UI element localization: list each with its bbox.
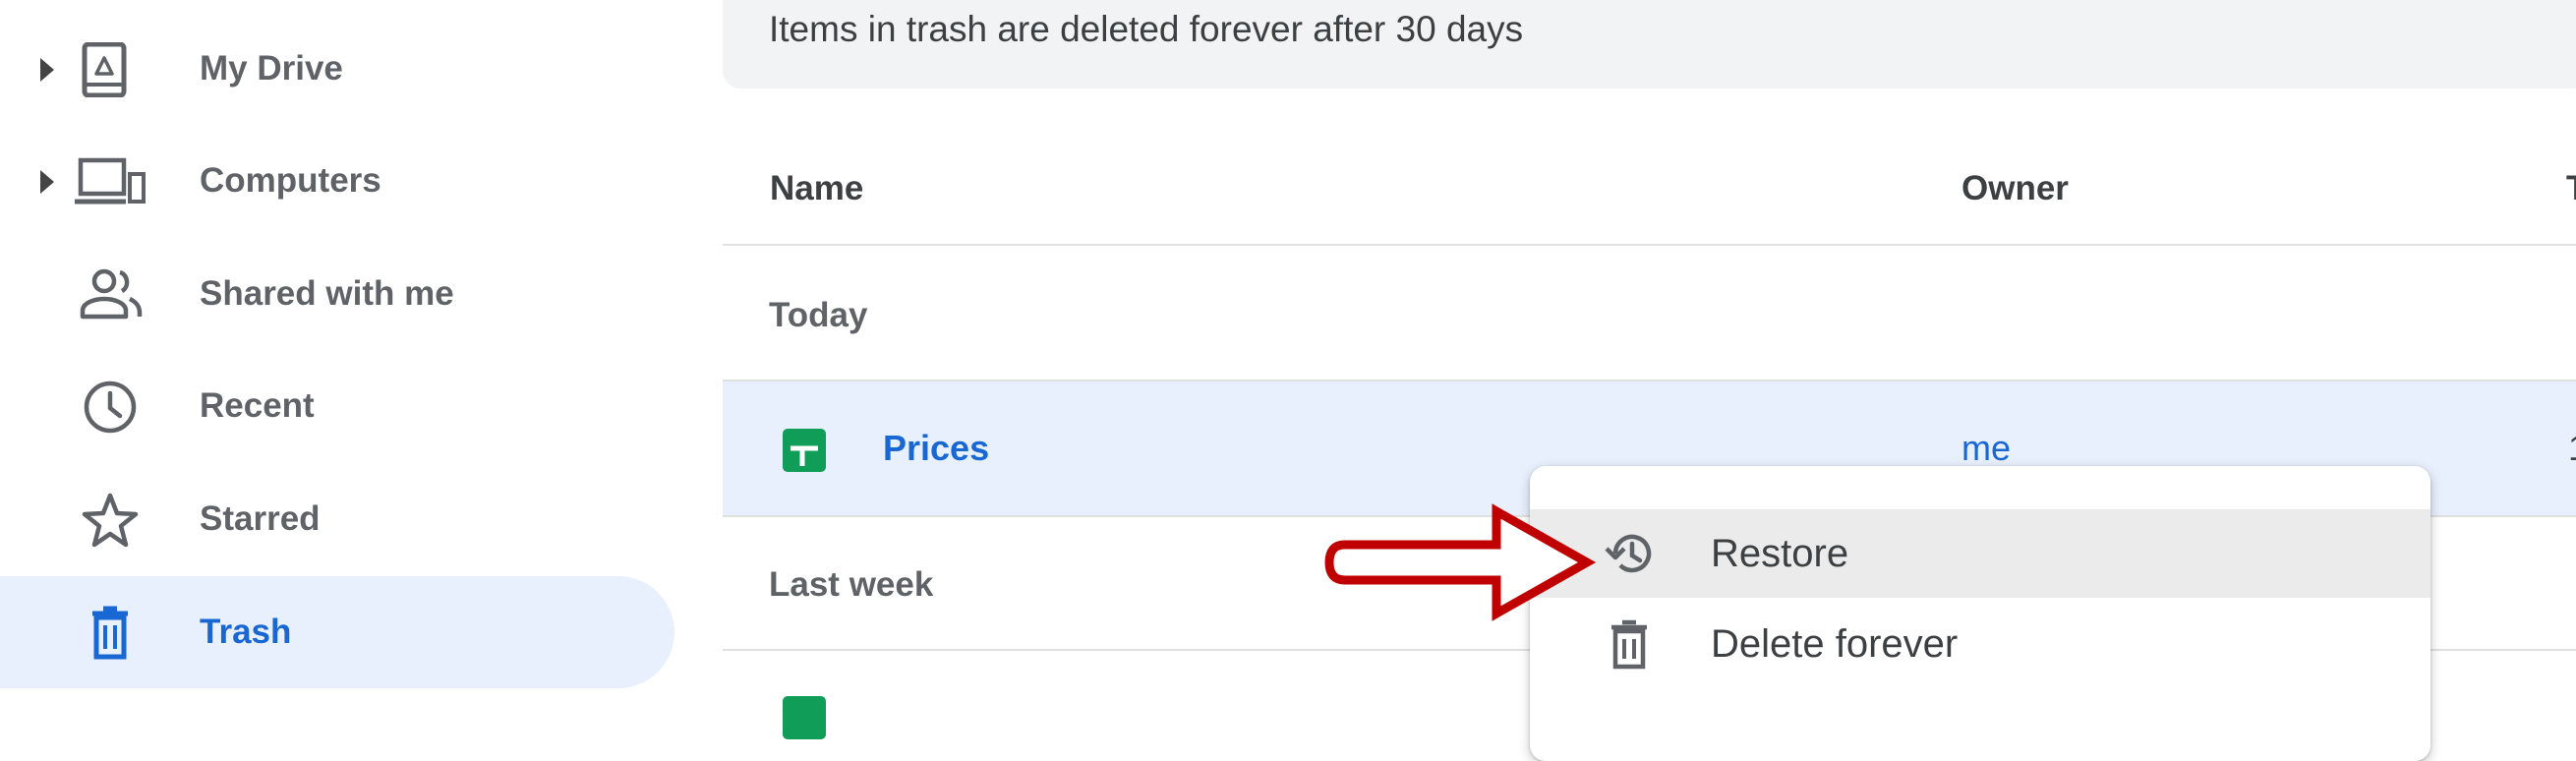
expand-caret-icon[interactable] — [35, 56, 59, 84]
sidebar-item-label: My Drive — [200, 49, 343, 88]
star-icon — [82, 493, 139, 548]
trash-info-text: Items in trash are deleted forever after… — [769, 9, 1524, 49]
sidebar-item-label: Starred — [200, 499, 321, 538]
sidebar-item-trash[interactable]: Trash — [0, 576, 674, 688]
menu-item-label: Delete forever — [1711, 622, 1959, 666]
trash-icon — [1611, 619, 1647, 670]
sidebar-item-label: Trash — [200, 613, 292, 651]
divider — [723, 244, 2576, 246]
sidebar-item-label: Computers — [200, 161, 381, 200]
menu-item-delete-forever[interactable]: Delete forever — [1530, 600, 2430, 688]
restore-history-icon — [1605, 534, 1652, 573]
sidebar-item-recent[interactable]: Recent — [0, 350, 674, 462]
sidebar-item-label: Recent — [200, 386, 315, 425]
sidebar-item-starred[interactable]: Starred — [0, 463, 674, 575]
computers-icon — [75, 157, 146, 205]
trash-icon — [92, 606, 128, 660]
sidebar: My Drive Computers Shared with me Recent — [0, 0, 718, 706]
column-header-trashed-date[interactable]: T — [2566, 157, 2576, 220]
menu-item-label: Restore — [1711, 532, 1849, 575]
sidebar-item-my-drive[interactable]: My Drive — [0, 13, 674, 125]
google-sheets-icon — [783, 696, 826, 739]
column-header-owner[interactable]: Owner — [1961, 157, 2069, 220]
sidebar-item-shared-with-me[interactable]: Shared with me — [0, 238, 674, 350]
shared-with-me-icon — [80, 268, 143, 320]
google-sheets-icon — [783, 429, 826, 472]
file-name[interactable]: Prices — [883, 417, 989, 480]
expand-caret-icon[interactable] — [35, 168, 59, 196]
trashed-date-cell: 1 — [2568, 417, 2576, 480]
my-drive-icon — [82, 42, 127, 97]
annotation-arrow-icon — [1324, 503, 1597, 621]
section-header-today: Today — [769, 296, 868, 334]
menu-item-restore[interactable]: Restore — [1530, 509, 2430, 598]
column-header-name[interactable]: Name — [770, 157, 863, 220]
clock-icon — [84, 380, 137, 434]
sidebar-item-label: Shared with me — [200, 274, 454, 313]
section-header-last-week: Last week — [769, 565, 934, 604]
context-menu: Restore Delete forever — [1530, 466, 2430, 761]
sidebar-item-computers[interactable]: Computers — [0, 125, 674, 237]
